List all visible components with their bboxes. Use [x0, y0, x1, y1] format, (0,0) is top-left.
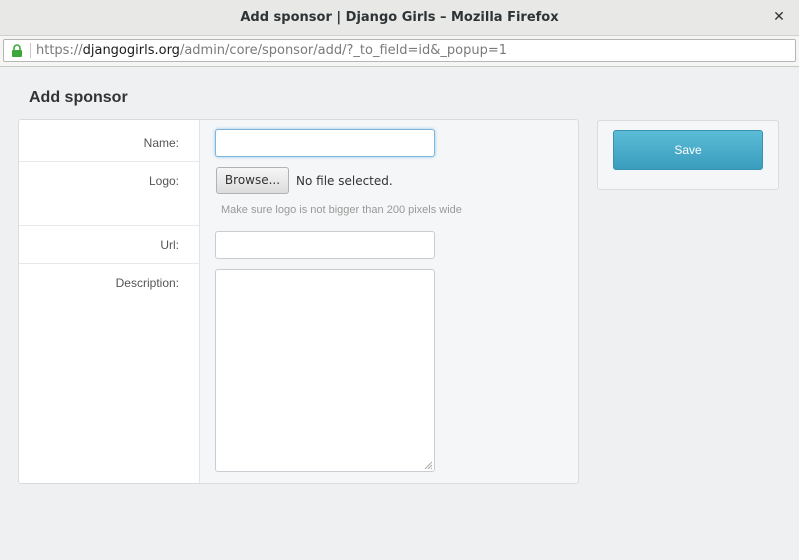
logo-help-text: Make sure logo is not bigger than 200 pi… [221, 204, 462, 216]
page-content: Add sponsor Name: Logo: Url: Description… [0, 67, 799, 560]
save-button[interactable]: Save [613, 130, 763, 170]
row-divider [19, 161, 200, 162]
row-divider [19, 225, 200, 226]
url-input[interactable] [215, 231, 435, 259]
name-label: Name: [143, 136, 179, 150]
url-text[interactable]: https://djangogirls.org/admin/core/spons… [36, 43, 507, 58]
name-input[interactable] [215, 129, 435, 157]
browser-window: Add sponsor | Django Girls – Mozilla Fir… [0, 0, 799, 560]
file-status: No file selected. [296, 174, 393, 188]
page-title: Add sponsor [29, 89, 128, 106]
window-title: Add sponsor | Django Girls – Mozilla Fir… [240, 10, 559, 25]
address-separator [30, 43, 31, 58]
address-bar[interactable]: https://djangogirls.org/admin/core/spons… [3, 39, 796, 62]
url-host: djangogirls.org [82, 43, 180, 58]
title-bar: Add sponsor | Django Girls – Mozilla Fir… [0, 0, 799, 36]
url-label: Url: [160, 238, 179, 252]
label-column: Name: Logo: Url: Description: [19, 120, 200, 483]
description-textarea[interactable] [215, 269, 435, 472]
description-label: Description: [115, 276, 179, 290]
browse-button[interactable]: Browse... [216, 167, 289, 194]
logo-label: Logo: [148, 174, 179, 188]
navigation-toolbar: https://djangogirls.org/admin/core/spons… [0, 36, 799, 67]
lock-icon[interactable] [11, 44, 23, 58]
resize-grip-icon[interactable] [424, 461, 433, 470]
sponsor-form: Name: Logo: Url: Description: Browse... … [18, 119, 579, 484]
row-divider [19, 263, 200, 264]
url-path: /admin/core/sponsor/add/?_to_field=id&_p… [179, 43, 507, 58]
submit-row: Save [597, 120, 779, 190]
close-icon[interactable]: ✕ [771, 9, 787, 25]
url-scheme: https:// [36, 43, 83, 58]
